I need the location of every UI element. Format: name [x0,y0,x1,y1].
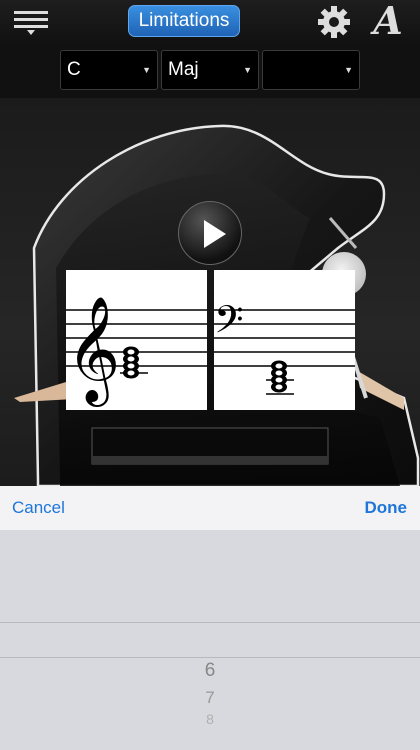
chord-extension-select[interactable]: ▼ [262,50,360,90]
root-note-select[interactable]: C ▼ [60,50,158,90]
chord-quality-select[interactable]: Maj ▼ [161,50,259,90]
piano-stage: 𝄞 𝄢 [0,98,420,486]
bass-staff-drawing: 𝄢 [214,297,355,395]
picker-toolbar: Cancel Done [0,486,420,531]
picker-selection-line [0,657,420,658]
done-button[interactable]: Done [365,486,408,530]
grand-piano-illustration [14,124,420,486]
treble-clef-icon: 𝄞 [66,295,120,407]
picker-wheel[interactable]: 6 7 8 [0,530,420,750]
bass-clef-icon: 𝄢 [214,297,244,351]
picker-selection-line [0,622,420,623]
picker-item[interactable]: 8 [0,711,420,727]
treble-staff-drawing: 𝄞 [66,295,207,407]
title-button[interactable]: Limitations [128,5,240,37]
dropdown-arrow-icon: ▼ [243,65,252,75]
chord-selector-row: C ▼ Maj ▼ ▼ [0,44,420,98]
bass-staff: 𝄢 [214,270,355,410]
dropdown-arrow-icon: ▼ [344,65,353,75]
dropdown-arrow-icon: ▼ [142,65,151,75]
treble-staff: 𝄞 [66,270,207,410]
play-icon [204,220,226,248]
gear-icon[interactable] [316,4,352,40]
play-button[interactable] [178,201,242,265]
picker-item[interactable]: 7 [0,688,420,708]
font-style-icon[interactable]: A [368,0,408,42]
nav-bar: Limitations A [0,0,420,44]
menu-list-icon[interactable] [14,9,48,35]
cancel-button[interactable]: Cancel [12,486,65,530]
chord-quality-value: Maj [168,59,199,80]
root-note-value: C [67,59,81,80]
picker-item[interactable]: 6 [0,660,420,682]
